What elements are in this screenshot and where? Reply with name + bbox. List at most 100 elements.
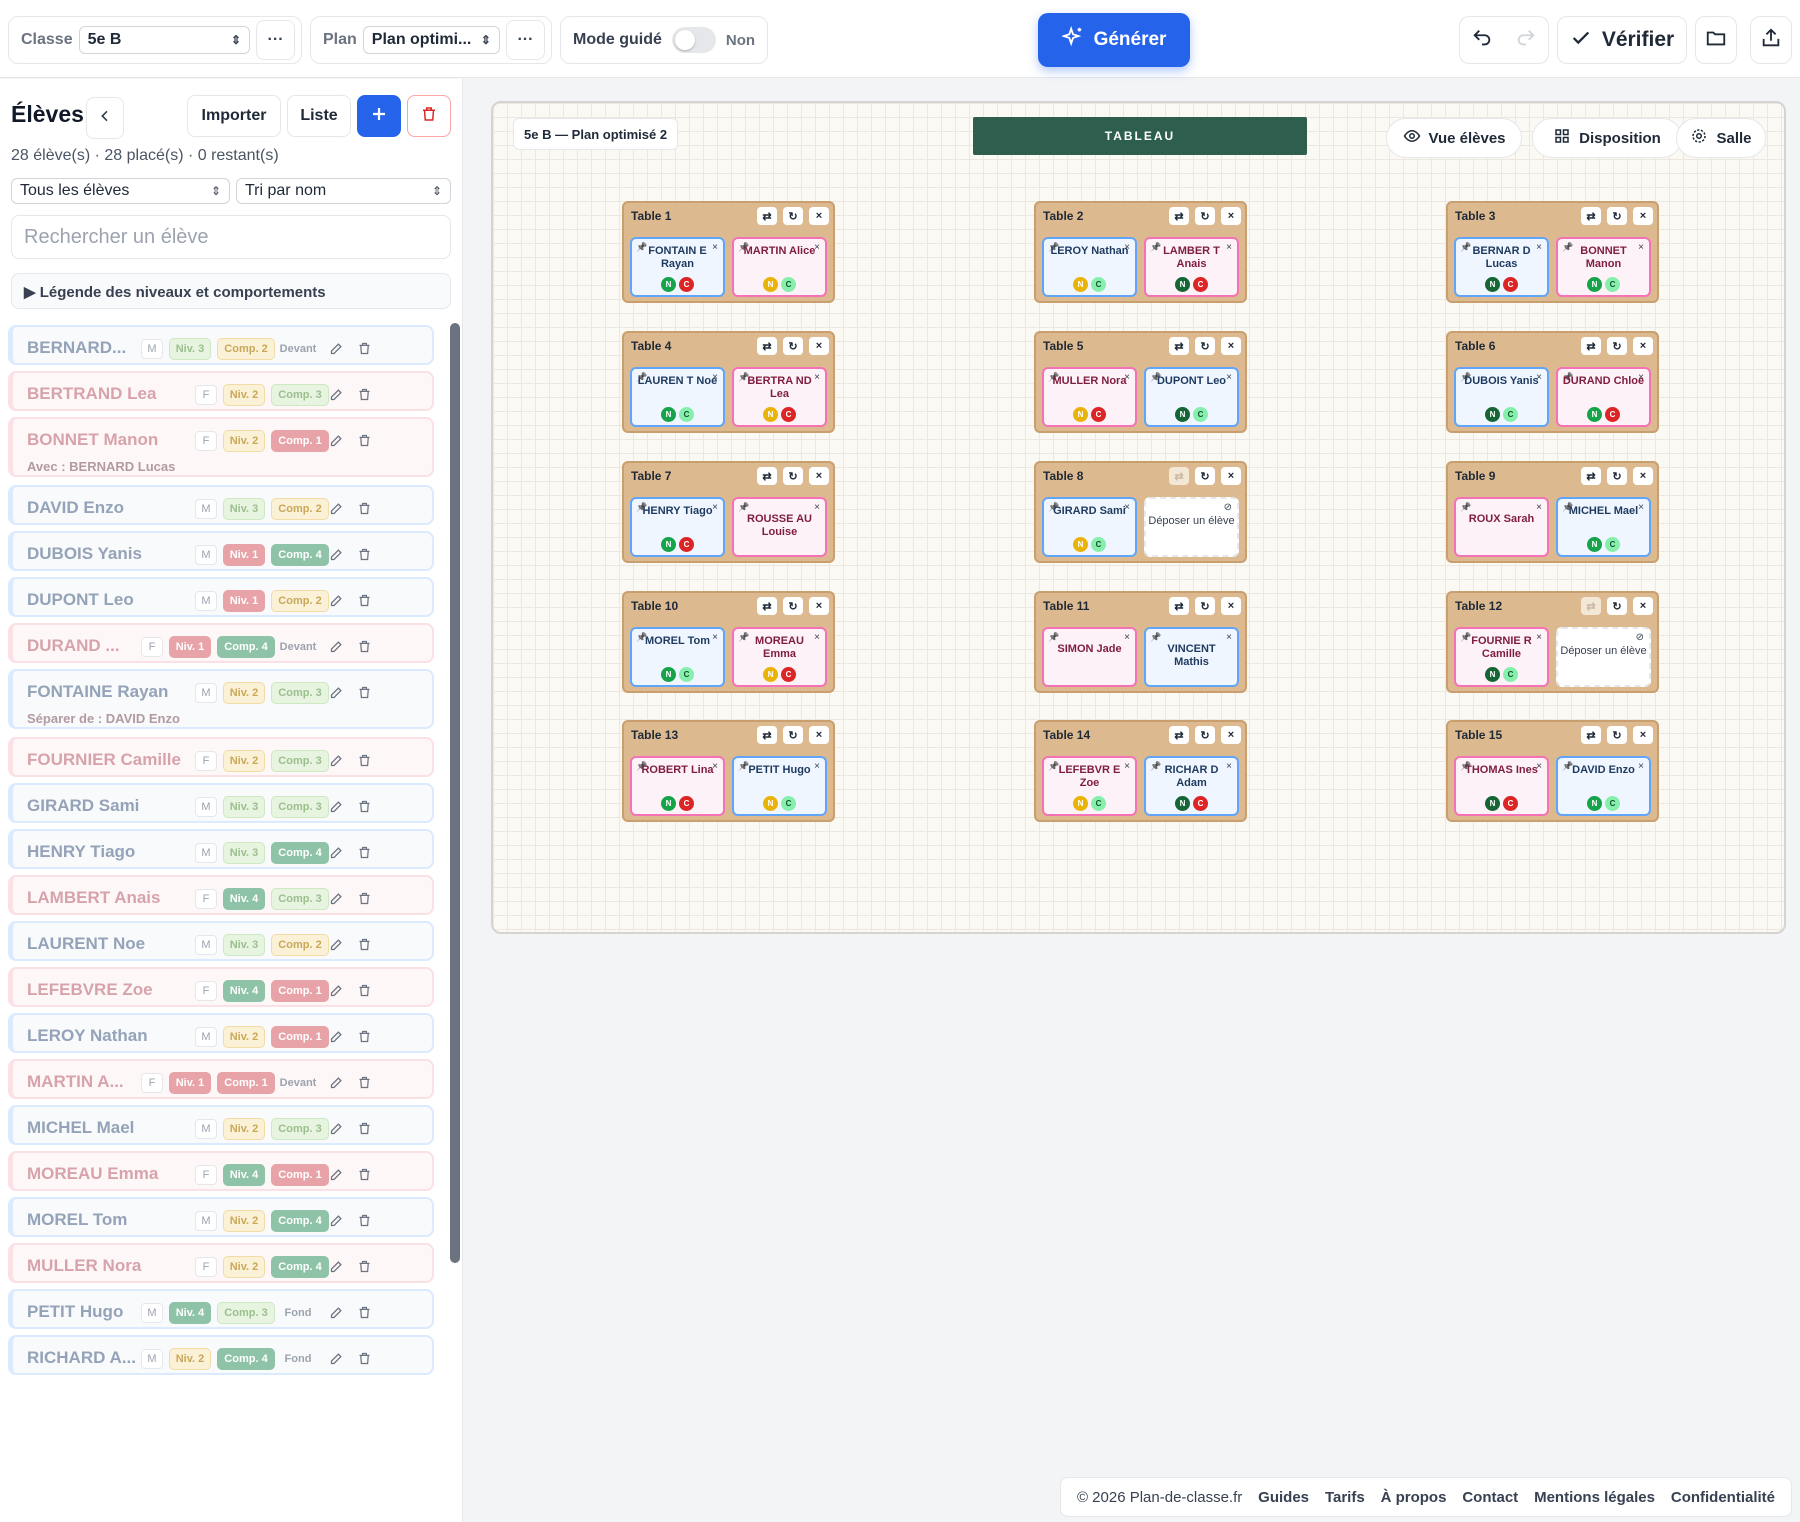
pencil-icon[interactable] [327, 385, 345, 403]
trash-icon[interactable] [355, 1027, 373, 1045]
pin-icon[interactable]: 📌 [738, 502, 749, 513]
pencil-icon[interactable] [327, 1257, 345, 1275]
rotate-icon[interactable]: ↻ [1195, 726, 1215, 744]
student-card[interactable]: DAVID Enzo M Niv. 3 Comp. 2 [8, 485, 434, 525]
student-card[interactable]: MOREL Tom M Niv. 2 Comp. 4 [8, 1197, 434, 1237]
trash-icon[interactable] [355, 935, 373, 953]
filter-select[interactable]: Tous les élèves ⇕ [11, 178, 230, 204]
close-icon[interactable]: × [809, 467, 829, 485]
rotate-icon[interactable]: ↻ [1195, 207, 1215, 225]
seat-student[interactable]: 📌 × ROBERT Lina N C [630, 756, 725, 816]
seat-student[interactable]: 📌 × DAVID Enzo N C [1556, 756, 1651, 816]
trash-icon[interactable] [355, 843, 373, 861]
trash-icon[interactable] [355, 797, 373, 815]
seat-student[interactable]: 📌 × DUBOIS Yanis N C [1454, 367, 1549, 427]
footer-link-guides[interactable]: Guides [1258, 1489, 1309, 1506]
seat-student[interactable]: 📌 × DURAND Chloe N C [1556, 367, 1651, 427]
trash-icon[interactable] [355, 1119, 373, 1137]
search-input[interactable]: Rechercher un élève [11, 215, 451, 259]
trash-icon[interactable] [355, 1165, 373, 1183]
pencil-icon[interactable] [327, 889, 345, 907]
table[interactable]: Table 2 ⇄ ↻ × 📌 × LEROY Nathan N C 📌 × LAMBER T Ana… [1034, 201, 1247, 303]
seat-student[interactable]: 📌 × THOMAS Ines N C [1454, 756, 1549, 816]
plan-more-button[interactable]: ··· [505, 20, 545, 60]
rotate-icon[interactable]: ↻ [1607, 597, 1627, 615]
student-card[interactable]: DURAND ... F Niv. 1 Comp. 4 Devant [8, 623, 434, 663]
verify-button[interactable]: Vérifier [1557, 16, 1687, 64]
swap-icon[interactable]: ⇄ [1581, 467, 1601, 485]
trash-icon[interactable] [355, 1257, 373, 1275]
rotate-icon[interactable]: ↻ [1195, 337, 1215, 355]
seat-student[interactable]: 📌 × LAUREN T Noe N C [630, 367, 725, 427]
close-icon[interactable]: × [809, 337, 829, 355]
pencil-icon[interactable] [327, 797, 345, 815]
seat-student[interactable]: 📌 × LAMBER T Anais N C [1144, 237, 1239, 297]
student-card[interactable]: GIRARD Sami M Niv. 3 Comp. 3 [8, 783, 434, 823]
trash-icon[interactable] [355, 1211, 373, 1229]
seat-student[interactable]: 📌 × FONTAIN E Rayan N C [630, 237, 725, 297]
pencil-icon[interactable] [327, 591, 345, 609]
swap-icon[interactable]: ⇄ [757, 337, 777, 355]
empty-seat[interactable]: Déposer un élève ⊘ [1556, 627, 1651, 687]
close-icon[interactable]: × [1633, 467, 1653, 485]
pencil-icon[interactable] [327, 545, 345, 563]
pencil-icon[interactable] [327, 1119, 345, 1137]
swap-icon[interactable]: ⇄ [1581, 337, 1601, 355]
delete-all-button[interactable] [407, 95, 451, 137]
layout-button[interactable]: Disposition [1532, 118, 1682, 158]
student-card[interactable]: FONTAINE Rayan Séparer de : DAVID Enzo M Ni… [8, 669, 434, 729]
seat-student[interactable]: 📌 × MULLER Nora N C [1042, 367, 1137, 427]
guided-mode-toggle[interactable] [671, 27, 716, 53]
student-card[interactable]: RICHARD A... M Niv. 2 Comp. 4 Fond [8, 1335, 434, 1375]
swap-icon[interactable]: ⇄ [1581, 726, 1601, 744]
table[interactable]: Table 7 ⇄ ↻ × 📌 × HENRY Tiago N C 📌 × ROUSSE AU Lou… [622, 461, 835, 563]
trash-icon[interactable] [355, 385, 373, 403]
seat-student[interactable]: 📌 × VINCENT Mathis [1144, 627, 1239, 687]
footer-link-contact[interactable]: Contact [1462, 1489, 1518, 1506]
close-icon[interactable]: × [1221, 337, 1241, 355]
folder-button[interactable] [1695, 16, 1737, 64]
close-icon[interactable]: × [1633, 726, 1653, 744]
table[interactable]: Table 8 ⇄ ↻ × 📌 × GIRARD Sami N C Déposer un élèv… [1034, 461, 1247, 563]
student-card[interactable]: BONNET Manon Avec : BERNARD Lucas F Niv. 2 C… [8, 417, 434, 477]
sidebar-scrollbar[interactable] [450, 323, 460, 1263]
trash-icon[interactable] [355, 339, 373, 357]
class-select[interactable]: 5e B ⇕ [78, 26, 251, 54]
swap-icon[interactable]: ⇄ [1169, 207, 1189, 225]
redo-icon[interactable] [1515, 27, 1537, 54]
seat-student[interactable]: 📌 × BERNAR D Lucas N C [1454, 237, 1549, 297]
trash-icon[interactable] [355, 889, 373, 907]
add-student-button[interactable] [357, 95, 401, 137]
swap-icon[interactable]: ⇄ [757, 467, 777, 485]
empty-seat[interactable]: Déposer un élève ⊘ [1144, 497, 1239, 557]
remove-icon[interactable]: × [1536, 502, 1542, 513]
rotate-icon[interactable]: ↻ [1607, 337, 1627, 355]
close-icon[interactable]: × [809, 597, 829, 615]
pencil-icon[interactable] [327, 751, 345, 769]
student-card[interactable]: LEFEBVRE Zoe F Niv. 4 Comp. 1 [8, 967, 434, 1007]
rotate-icon[interactable]: ↻ [783, 337, 803, 355]
rotate-icon[interactable]: ↻ [783, 597, 803, 615]
student-card[interactable]: DUBOIS Yanis M Niv. 1 Comp. 4 [8, 531, 434, 571]
seat-student[interactable]: 📌 × BERTRA ND Lea N C [732, 367, 827, 427]
close-icon[interactable]: × [809, 726, 829, 744]
student-card[interactable]: PETIT Hugo M Niv. 4 Comp. 3 Fond [8, 1289, 434, 1329]
seat-student[interactable]: 📌 × ROUX Sarah [1454, 497, 1549, 557]
trash-icon[interactable] [355, 499, 373, 517]
table[interactable]: Table 4 ⇄ ↻ × 📌 × LAUREN T Noe N C 📌 × BERTRA ND Le… [622, 331, 835, 433]
ban-icon[interactable]: ⊘ [1224, 502, 1232, 513]
seat-student[interactable]: 📌 × HENRY Tiago N C [630, 497, 725, 557]
trash-icon[interactable] [355, 683, 373, 701]
rotate-icon[interactable]: ↻ [1607, 207, 1627, 225]
rotate-icon[interactable]: ↻ [1607, 726, 1627, 744]
pin-icon[interactable]: 📌 [1460, 502, 1471, 513]
footer-link-legal[interactable]: Mentions légales [1534, 1489, 1655, 1506]
swap-icon[interactable]: ⇄ [1169, 726, 1189, 744]
table[interactable]: Table 3 ⇄ ↻ × 📌 × BERNAR D Lucas N C 📌 × BONNET Man… [1446, 201, 1659, 303]
pin-icon[interactable]: 📌 [1150, 632, 1161, 643]
trash-icon[interactable] [355, 1073, 373, 1091]
room-button[interactable]: Salle [1676, 118, 1766, 158]
seat-student[interactable]: 📌 × PETIT Hugo N C [732, 756, 827, 816]
trash-icon[interactable] [355, 545, 373, 563]
remove-icon[interactable]: × [1124, 632, 1130, 643]
